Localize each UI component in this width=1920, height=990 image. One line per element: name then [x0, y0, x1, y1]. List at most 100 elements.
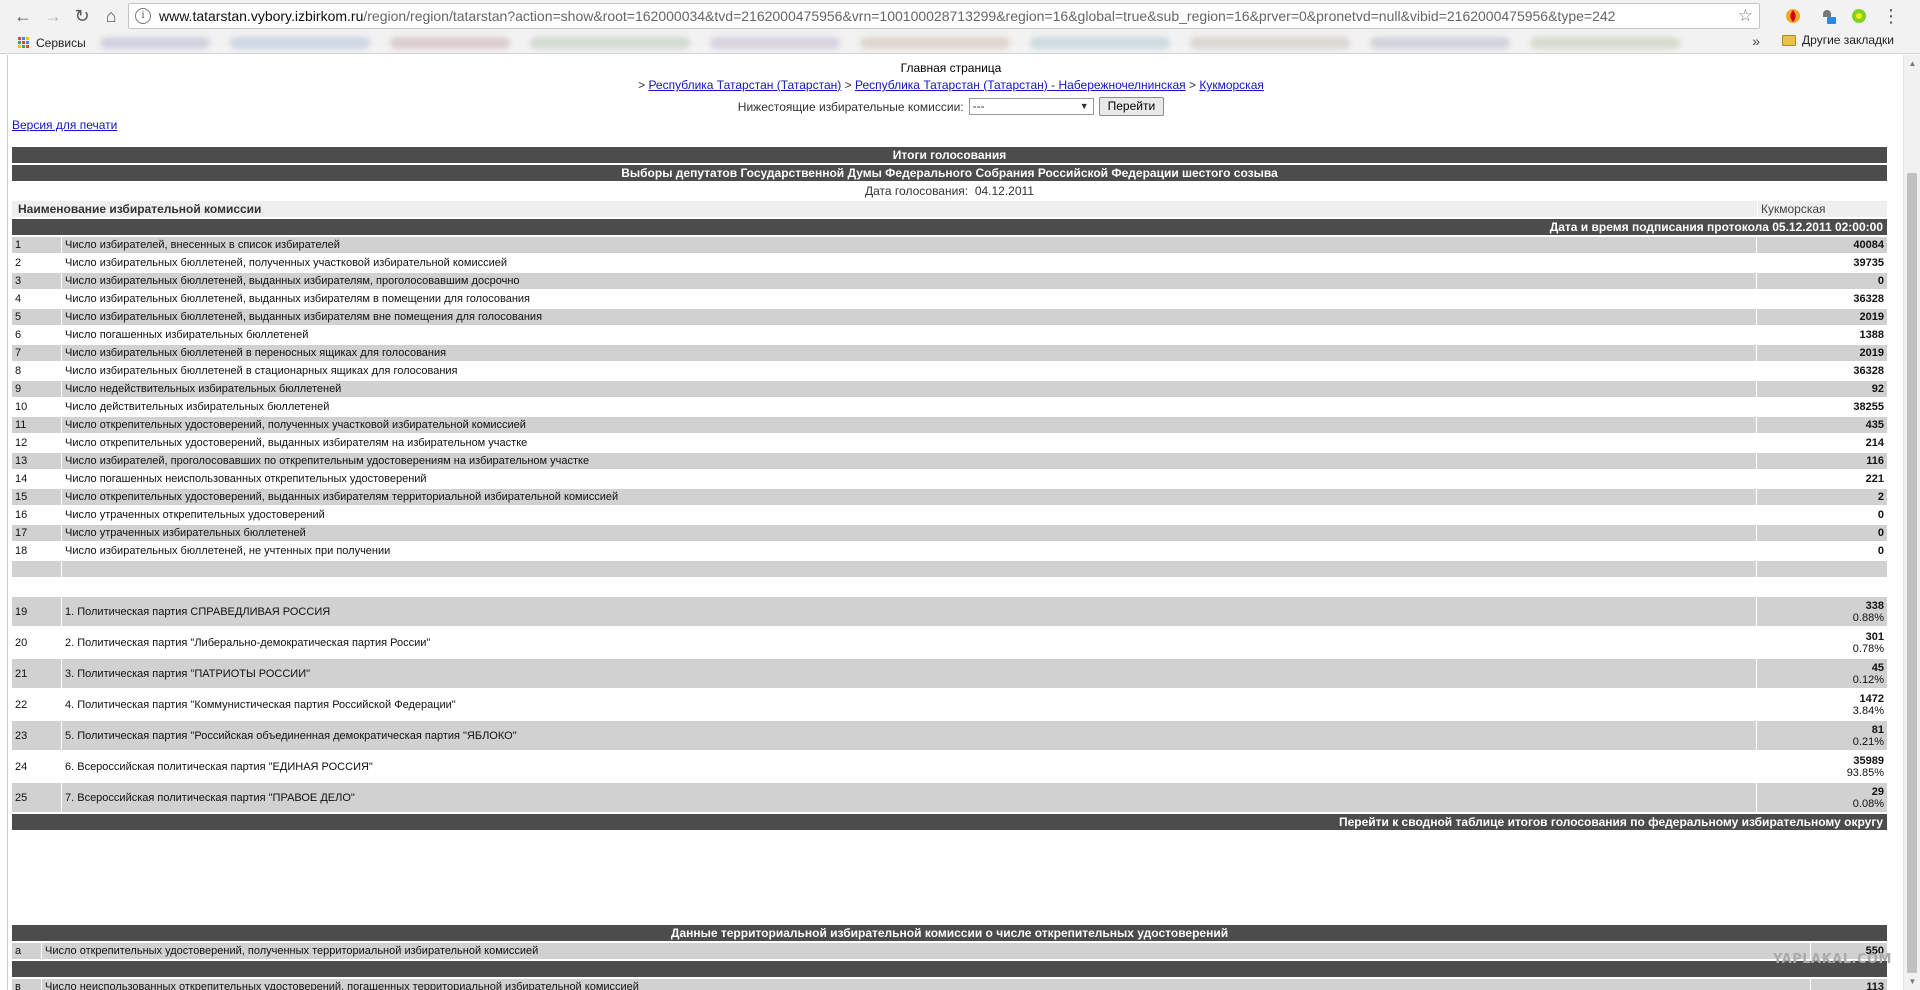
- party-percent: 0.78%: [1852, 642, 1884, 655]
- row-value: 0: [1757, 273, 1887, 289]
- back-icon[interactable]: ←: [8, 1, 38, 31]
- party-row: 19 1. Политическая партия СПРАВЕДЛИВАЯ РО…: [12, 597, 1887, 626]
- row-label: Число открепительных удостоверений, полу…: [62, 417, 1757, 433]
- row-label: Число недействительных избирательных бюл…: [62, 381, 1757, 397]
- other-bookmarks-label: Другие закладки: [1802, 33, 1894, 47]
- scroll-down-icon[interactable]: ▼: [1904, 973, 1920, 990]
- row-label: Число открепительных удостоверений, полу…: [42, 943, 1811, 959]
- party-percent: 0.08%: [1852, 797, 1884, 810]
- row-label: Число избирательных бюллетеней, выданных…: [62, 273, 1757, 289]
- blurred-bookmark[interactable]: [1190, 37, 1350, 49]
- row-label: Число избирательных бюллетеней, выданных…: [62, 309, 1757, 325]
- row-value: 0: [1757, 543, 1887, 559]
- blurred-bookmark[interactable]: [390, 37, 510, 49]
- apps-label[interactable]: Сервисы: [36, 36, 86, 50]
- row-number: 23: [12, 721, 62, 750]
- table-row: 3 Число избирательных бюллетеней, выданны…: [12, 273, 1887, 289]
- breadcrumb-commission[interactable]: Кукморская: [1199, 78, 1264, 92]
- row-number: 24: [12, 752, 62, 781]
- row-number: 21: [12, 659, 62, 688]
- party-votes: 81: [1871, 723, 1884, 736]
- row-number: 9: [12, 381, 62, 397]
- extension-fire-icon[interactable]: [1782, 5, 1804, 27]
- results-table: Итоги голосования Выборы депутатов Госуд…: [12, 145, 1887, 832]
- browser-toolbar: ← → ↻ ⌂ i www.tatarstan.vybory.izbirkom.…: [0, 0, 1920, 32]
- print-version-link[interactable]: Версия для печати: [12, 118, 117, 132]
- party-name: 1. Политическая партия СПРАВЕДЛИВАЯ РОСС…: [62, 597, 1757, 626]
- blurred-bookmark[interactable]: [860, 37, 1010, 49]
- bookmark-star-icon[interactable]: ☆: [1738, 6, 1753, 26]
- address-url[interactable]: www.tatarstan.vybory.izbirkom.ru/region/…: [159, 8, 1615, 24]
- table-row: 7 Число избирательных бюллетеней в перено…: [12, 345, 1887, 361]
- apps-icon[interactable]: [18, 36, 30, 49]
- vertical-scrollbar[interactable]: ▲ ▼: [1903, 55, 1920, 990]
- party-percent: 3.84%: [1852, 704, 1884, 717]
- row-value: 116: [1757, 453, 1887, 469]
- more-bookmarks-icon[interactable]: »: [1752, 33, 1760, 49]
- lower-commissions-select[interactable]: --- ▼: [968, 98, 1094, 115]
- vote-date: 04.12.2011: [974, 184, 1034, 198]
- table-row: 11 Число открепительных удостоверений, по…: [12, 417, 1887, 433]
- scrollbar-thumb[interactable]: [1907, 173, 1917, 973]
- row-label: Число избирателей, внесенных в список из…: [62, 237, 1757, 253]
- row-value: 113: [1811, 979, 1887, 990]
- commission-row: Наименование избирательной комиссии Кукм…: [12, 201, 1887, 217]
- election-title: Выборы депутатов Государственной Думы Фе…: [12, 165, 1887, 181]
- party-row: 23 5. Политическая партия "Российская объ…: [12, 721, 1887, 750]
- forward-icon[interactable]: →: [38, 1, 68, 31]
- site-info-icon[interactable]: i: [135, 8, 151, 24]
- menu-icon[interactable]: ⋮: [1880, 5, 1902, 27]
- blurred-bookmark[interactable]: [100, 37, 210, 49]
- row-number: 6: [12, 327, 62, 343]
- lower-commissions-label: Нижестоящие избирательные комиссии:: [737, 99, 964, 114]
- row-value: 39735: [1757, 255, 1887, 271]
- blurred-bookmark[interactable]: [710, 37, 840, 49]
- party-name: 6. Всероссийская политическая партия "ЕД…: [62, 752, 1757, 781]
- commission-name: Кукморская: [1757, 201, 1887, 217]
- table-row: 15 Число открепительных удостоверений, вы…: [12, 489, 1887, 505]
- protocol-header-row: Дата и время подписания протокола 05.12.…: [12, 219, 1887, 235]
- party-result: 338 0.88%: [1757, 597, 1887, 626]
- blurred-bookmark[interactable]: [1530, 37, 1680, 49]
- extension-off-icon[interactable]: [1816, 5, 1838, 27]
- row-number: 13: [12, 453, 62, 469]
- party-result: 35989 93.85%: [1757, 752, 1887, 781]
- party-votes: 45: [1871, 661, 1884, 674]
- row-number: 18: [12, 543, 62, 559]
- table-row: 6 Число погашенных избирательных бюллетен…: [12, 327, 1887, 343]
- extension-green-icon[interactable]: [1848, 5, 1870, 27]
- blurred-bookmark[interactable]: [230, 37, 370, 49]
- row-value: 2019: [1757, 345, 1887, 361]
- home-icon[interactable]: ⌂: [96, 1, 126, 31]
- party-row: 25 7. Всероссийская политическая партия "…: [12, 783, 1887, 812]
- row-value: 36328: [1757, 291, 1887, 307]
- address-bar[interactable]: i www.tatarstan.vybory.izbirkom.ru/regio…: [128, 3, 1760, 29]
- row-number: 19: [12, 597, 62, 626]
- other-bookmarks[interactable]: Другие закладки: [1782, 33, 1894, 47]
- party-row: 22 4. Политическая партия "Коммунистическ…: [12, 690, 1887, 719]
- row-value: 1388: [1757, 327, 1887, 343]
- row-label: Число утраченных открепительных удостове…: [62, 507, 1757, 523]
- go-button[interactable]: Перейти: [1098, 97, 1165, 116]
- row-value: 38255: [1757, 399, 1887, 415]
- party-row: 24 6. Всероссийская политическая партия "…: [12, 752, 1887, 781]
- row-value: 0: [1757, 507, 1887, 523]
- blurred-bookmark[interactable]: [1030, 37, 1170, 49]
- party-name: 2. Политическая партия "Либерально-демок…: [62, 628, 1757, 657]
- row-letter: а: [12, 943, 42, 959]
- summary-link[interactable]: Перейти к сводной таблице итогов голосов…: [12, 814, 1887, 830]
- party-result: 45 0.12%: [1757, 659, 1887, 688]
- blurred-bookmark[interactable]: [530, 37, 690, 49]
- reload-icon[interactable]: ↻: [67, 1, 97, 31]
- party-percent: 0.12%: [1852, 673, 1884, 686]
- row-number: 8: [12, 363, 62, 379]
- table-row: 5 Число избирательных бюллетеней, выданны…: [12, 309, 1887, 325]
- scroll-up-icon[interactable]: ▲: [1904, 55, 1920, 72]
- row-label: Число избирательных бюллетеней, не учтен…: [62, 543, 1757, 559]
- select-value: ---: [972, 99, 985, 113]
- breadcrumb-region[interactable]: Республика Татарстан (Татарстан): [648, 78, 841, 92]
- breadcrumb-district[interactable]: Республика Татарстан (Татарстан) - Набер…: [855, 78, 1186, 92]
- row-label: Число избирательных бюллетеней, выданных…: [62, 291, 1757, 307]
- blurred-bookmark[interactable]: [1370, 37, 1510, 49]
- home-link[interactable]: Главная страница: [0, 61, 1902, 75]
